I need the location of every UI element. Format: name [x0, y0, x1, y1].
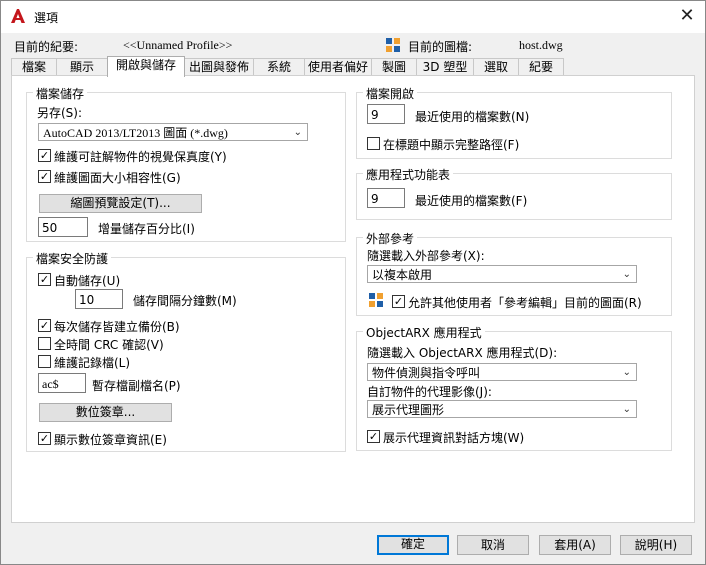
save-as-select[interactable]: AutoCAD 2013/LT2013 圖面 (*.dwg) ⌄	[38, 123, 308, 141]
show-digsig-label: 顯示數位簽章資訊(E)	[54, 433, 167, 447]
thumbnail-settings-button[interactable]: 縮圖預覽設定(T)...	[39, 194, 202, 213]
file-open-group: 檔案開啟 9 最近使用的檔案數(N) 在標題中顯示完整路徑(F)	[356, 85, 672, 159]
xref-group: 外部參考 隨選載入外部參考(X): 以複本啟用 ⌄ ✓ 允許其他使用者「參考編輯…	[356, 230, 672, 316]
objectarx-group: ObjectARX 應用程式 隨選載入 ObjectARX 應用程式(D): 物…	[356, 324, 672, 451]
tab-3d-modeling[interactable]: 3D 塑型	[416, 58, 474, 76]
show-proxy-dialog-label: 展示代理資訊對話方塊(W)	[383, 431, 525, 445]
tab-system[interactable]: 系統	[253, 58, 305, 76]
maintain-compat-label: 維護圖面大小相容性(G)	[54, 171, 181, 185]
chevron-down-icon: ⌄	[622, 404, 631, 415]
tab-profiles[interactable]: 紀要	[518, 58, 564, 76]
demand-load-arx-select[interactable]: 物件偵測與指令呼叫 ⌄	[367, 363, 637, 381]
close-icon[interactable]: ✕	[677, 6, 697, 26]
menu-recent-files-label: 最近使用的檔案數(F)	[415, 194, 528, 208]
demand-load-xref-label: 隨選載入外部參考(X):	[367, 249, 485, 263]
window-title: 選項	[34, 11, 59, 25]
proxy-images-value: 展示代理圖形	[372, 403, 445, 417]
show-proxy-dialog-checkbox[interactable]: ✓	[367, 430, 380, 443]
maintain-visual-checkbox[interactable]: ✓	[38, 149, 51, 162]
log-file-label: 維護記錄檔(L)	[54, 356, 131, 370]
demand-load-xref-value: 以複本啟用	[372, 268, 433, 282]
create-backup-label: 每次儲存皆建立備份(B)	[54, 320, 180, 334]
allow-refedit-label: 允許其他使用者「參考編輯」目前的圖面(R)	[408, 296, 642, 310]
full-path-checkbox[interactable]	[367, 137, 380, 150]
digital-signatures-button[interactable]: 數位簽章...	[39, 403, 172, 422]
xref-title: 外部參考	[363, 230, 418, 247]
options-dialog: 選項 ✕ 目前的紀要: <<Unnamed Profile>> 目前的圖檔: h…	[0, 0, 706, 565]
menu-recent-files-input[interactable]: 9	[367, 188, 405, 208]
title-bar: 選項 ✕	[1, 1, 705, 33]
allow-refedit-checkbox[interactable]: ✓	[392, 295, 405, 308]
refedit-icon	[369, 293, 383, 307]
chevron-down-icon: ⌄	[622, 367, 631, 378]
incremental-save-label: 增量儲存百分比(I)	[98, 222, 195, 236]
demand-load-arx-value: 物件偵測與指令呼叫	[372, 366, 481, 380]
crc-label: 全時間 CRC 確認(V)	[54, 338, 164, 352]
tab-display[interactable]: 顯示	[56, 58, 108, 76]
file-safety-title: 檔案安全防護	[33, 250, 112, 267]
save-interval-input[interactable]: 10	[75, 289, 123, 309]
current-profile-label: 目前的紀要:	[14, 40, 79, 54]
save-interval-label: 儲存間隔分鐘數(M)	[133, 294, 237, 308]
tab-plot-and-publish[interactable]: 出圖與發佈	[184, 58, 254, 76]
show-digsig-checkbox[interactable]: ✓	[38, 432, 51, 445]
file-open-title: 檔案開啟	[363, 85, 418, 102]
current-drawing-value: host.dwg	[519, 38, 563, 52]
tab-open-and-save[interactable]: 開啟與儲存	[107, 56, 185, 77]
proxy-images-label: 自訂物件的代理影像(J):	[367, 385, 492, 399]
application-menu-title: 應用程式功能表	[363, 166, 454, 183]
autosave-label: 自動儲存(U)	[54, 274, 121, 288]
temp-extension-input[interactable]: ac$	[38, 373, 86, 393]
tab-panel: 檔案儲存 另存(S): AutoCAD 2013/LT2013 圖面 (*.dw…	[11, 75, 695, 523]
proxy-images-select[interactable]: 展示代理圖形 ⌄	[367, 400, 637, 418]
current-profile-value: <<Unnamed Profile>>	[123, 38, 233, 52]
file-safety-group: 檔案安全防護 ✓ 自動儲存(U) 10 儲存間隔分鐘數(M) ✓ 每次儲存皆建立…	[26, 250, 346, 452]
demand-load-xref-select[interactable]: 以複本啟用 ⌄	[367, 265, 637, 283]
save-as-label: 另存(S):	[37, 106, 83, 120]
create-backup-checkbox[interactable]: ✓	[38, 319, 51, 332]
autocad-logo-icon	[11, 9, 25, 23]
demand-load-arx-label: 隨選載入 ObjectARX 應用程式(D):	[367, 346, 558, 360]
save-as-value: AutoCAD 2013/LT2013 圖面 (*.dwg)	[43, 126, 228, 140]
objectarx-title: ObjectARX 應用程式	[363, 324, 485, 341]
tab-selection[interactable]: 選取	[473, 58, 519, 76]
maintain-compat-checkbox[interactable]: ✓	[38, 170, 51, 183]
ok-button[interactable]: 確定	[377, 535, 449, 555]
cancel-button[interactable]: 取消	[457, 535, 529, 555]
chevron-down-icon: ⌄	[293, 127, 302, 138]
application-menu-group: 應用程式功能表 9 最近使用的檔案數(F)	[356, 166, 672, 220]
chevron-down-icon: ⌄	[622, 269, 631, 280]
file-save-title: 檔案儲存	[33, 85, 88, 102]
current-drawing-label: 目前的圖檔:	[408, 40, 473, 54]
recent-files-label: 最近使用的檔案數(N)	[415, 110, 530, 124]
drawing-file-icon	[386, 38, 400, 52]
tab-drafting[interactable]: 製圖	[371, 58, 417, 76]
file-save-group: 檔案儲存 另存(S): AutoCAD 2013/LT2013 圖面 (*.dw…	[26, 85, 346, 242]
autosave-checkbox[interactable]: ✓	[38, 273, 51, 286]
temp-extension-label: 暫存檔副檔名(P)	[92, 379, 181, 393]
apply-button[interactable]: 套用(A)	[539, 535, 611, 555]
crc-checkbox[interactable]	[38, 337, 51, 350]
tab-user-preferences[interactable]: 使用者偏好	[304, 58, 372, 76]
log-file-checkbox[interactable]	[38, 355, 51, 368]
tab-files[interactable]: 檔案	[11, 58, 57, 76]
incremental-save-input[interactable]: 50	[38, 217, 88, 237]
full-path-label: 在標題中顯示完整路徑(F)	[383, 138, 520, 152]
recent-files-input[interactable]: 9	[367, 104, 405, 124]
help-button[interactable]: 說明(H)	[620, 535, 692, 555]
maintain-visual-label: 維護可註解物件的視覺保真度(Y)	[54, 150, 227, 164]
